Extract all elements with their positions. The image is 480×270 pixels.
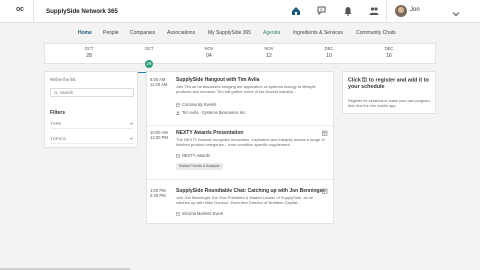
date-day: 16: [386, 53, 392, 59]
nav-my-supplyside[interactable]: My SupplySide 365: [208, 27, 251, 39]
people-icon[interactable]: [369, 6, 379, 16]
session-description: Join Jon Benninger, the Vice President &…: [176, 195, 314, 205]
date-day: 29: [145, 60, 153, 68]
date-tab[interactable]: NOV 12: [239, 46, 299, 60]
filter-topics-label: TOPICS: [50, 136, 67, 141]
filter-sidebar: Refine the list Filters TYPE TOPICS: [44, 71, 138, 148]
session-end-time: 11:00 AM: [150, 82, 168, 87]
user-name[interactable]: Jon: [410, 7, 420, 13]
filter-type-label: TYPE: [50, 121, 62, 126]
date-month: OCT: [144, 46, 154, 51]
date-day: 10: [326, 53, 332, 59]
search-input[interactable]: [60, 89, 132, 96]
calendar-icon: [176, 211, 180, 216]
nav-home[interactable]: Home: [78, 27, 92, 39]
chevron-down-icon: [129, 122, 134, 125]
session-title[interactable]: SupplySide Roundtable Chat: Catching up …: [176, 188, 324, 194]
brand-name[interactable]: SupplySide Network 365: [33, 0, 118, 23]
divider: [147, 125, 335, 126]
promo-text: Register for sessions to make your own p…: [348, 99, 431, 108]
avatar[interactable]: [395, 5, 407, 17]
session-end-time: 2:30 PM: [150, 193, 166, 198]
chevron-down-icon[interactable]: [451, 6, 461, 17]
nav-community-chats[interactable]: Community Chats: [356, 27, 396, 39]
nav-companies[interactable]: Companies: [130, 27, 155, 39]
chevron-down-icon: [129, 137, 134, 140]
date-day: 28: [86, 53, 92, 59]
session-tag: Community Events: [176, 102, 216, 107]
nav-agenda[interactable]: Agenda: [263, 27, 280, 39]
date-tab[interactable]: DEC 16: [359, 46, 419, 60]
date-tab[interactable]: NOV 04: [179, 46, 239, 60]
date-tab-active[interactable]: OCT 29: [119, 46, 179, 73]
session-tag-text: NEXTY Awards: [182, 153, 211, 158]
user-icon: [176, 110, 180, 115]
session-tag: NEXTY Awards: [176, 153, 210, 158]
filter-topics[interactable]: TOPICS: [50, 134, 134, 144]
session-description: The NEXTY Awards recognize innovation, i…: [176, 137, 325, 147]
top-bar: oc SupplySide Network 365 Jon: [0, 0, 480, 23]
main-nav: Home People Companies Associations My Su…: [0, 27, 480, 39]
session-speaker-text: Tim Avila - Systems Bioscience Inc.: [182, 110, 247, 115]
calendar-icon: [176, 153, 180, 158]
date-selector: OCT 28 OCT 29 NOV 04 NOV 12 DEC 10 DEC 1…: [44, 43, 436, 73]
register-promo-card: Click to register and add it to your sch…: [342, 71, 436, 114]
session-speaker: Tim Avila - Systems Bioscience Inc.: [176, 110, 246, 115]
bell-icon[interactable]: [343, 6, 353, 16]
add-to-schedule-icon[interactable]: [322, 188, 328, 194]
home-icon[interactable]: [291, 6, 301, 16]
chat-icon[interactable]: [317, 6, 327, 16]
calendar-icon: [176, 102, 180, 107]
date-day: 04: [206, 53, 212, 59]
search-box[interactable]: [50, 88, 134, 97]
nav-people[interactable]: People: [103, 27, 119, 39]
topic-chip[interactable]: Market Trends & Analysis: [176, 163, 223, 170]
date-day: 12: [266, 53, 272, 59]
filter-type[interactable]: TYPE: [50, 119, 134, 129]
add-to-schedule-icon[interactable]: [322, 130, 328, 136]
filters-heading: Filters: [50, 110, 66, 116]
session-tag-text: Community Events: [182, 102, 217, 107]
date-tab[interactable]: DEC 10: [299, 46, 359, 60]
session-title[interactable]: SupplySide Hangout with Tim Avila: [176, 77, 259, 83]
user-menu[interactable]: Jon: [386, 0, 480, 23]
session-end-time: 12:00 PM: [150, 135, 168, 140]
session-title[interactable]: NEXTY Awards Presentation: [176, 130, 243, 136]
refine-label: Refine the list: [50, 77, 76, 82]
session-description: Join Tim as he discusses bringing the ap…: [176, 84, 316, 94]
promo-title: Click to register and add it to your sch…: [348, 77, 434, 91]
app-logo[interactable]: oc: [16, 6, 24, 13]
nav-associations[interactable]: Associations: [167, 27, 195, 39]
session-list: 8:00 AM 11:00 AM SupplySide Hangout with…: [146, 71, 335, 224]
divider: [147, 179, 335, 180]
promo-title-start: Click: [348, 77, 363, 84]
date-tab[interactable]: OCT 28: [59, 46, 119, 60]
session-tag: Informa Markets Event: [176, 211, 223, 216]
search-icon: [54, 91, 58, 95]
session-tag-text: Informa Markets Event: [182, 211, 224, 216]
nav-ingredients-services[interactable]: Ingredients & Services: [293, 27, 343, 39]
